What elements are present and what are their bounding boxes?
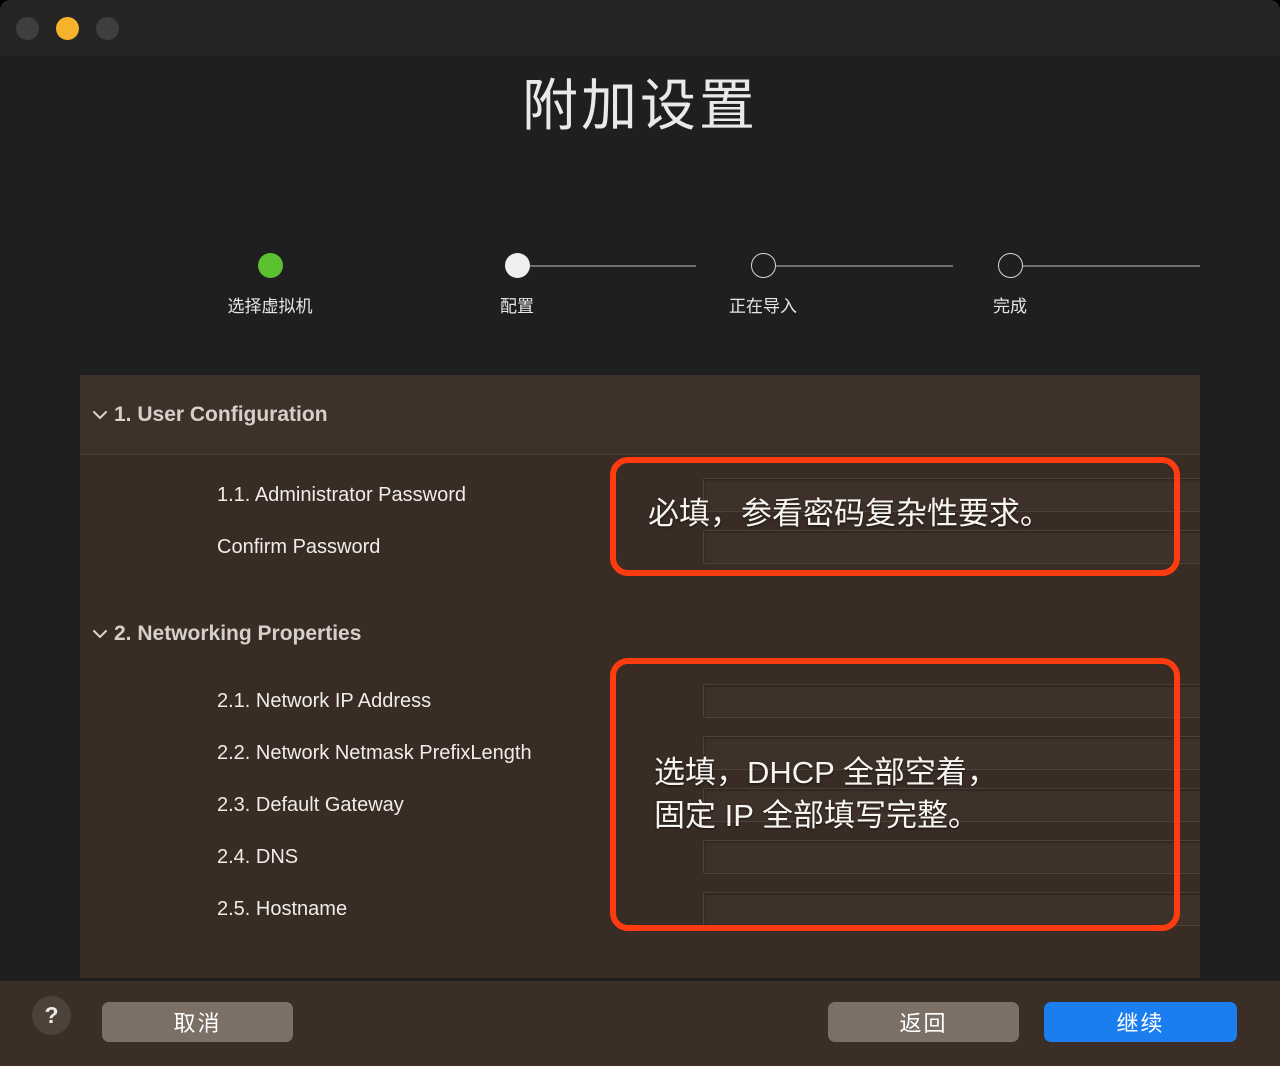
- close-button-icon[interactable]: [16, 17, 39, 40]
- stepper-dot-current: [504, 253, 530, 278]
- chevron-down-icon: [93, 630, 107, 638]
- stepper-step-importing: 正在导入: [683, 253, 843, 317]
- page-title: 附加设置: [522, 74, 758, 137]
- annotation-text-password: 必填，参看密码复杂性要求。: [648, 496, 1051, 531]
- form-row: 2.2. Network Netmask PrefixLength i: [80, 727, 1200, 779]
- form-row: 2.4. DNS i: [80, 831, 1200, 883]
- settings-panel: 1. User Configuration 1.1. Administrator…: [80, 375, 1200, 978]
- wizard-stepper: 选择虚拟机 配置 正在导入 完成: [220, 253, 1200, 323]
- help-button[interactable]: ?: [32, 996, 71, 1035]
- section-header-user-configuration[interactable]: 1. User Configuration: [80, 375, 1200, 455]
- app-window: 附加设置 选择虚拟机 配置 正在导入 完成 1. User Configurat…: [0, 0, 1280, 1066]
- input-network-ip-address[interactable]: [703, 684, 1200, 718]
- stepper-step-finish: 完成: [930, 253, 1090, 317]
- section-title-user-configuration: 1. User Configuration: [114, 402, 328, 426]
- row-label-dns: 2.4. DNS: [217, 845, 299, 868]
- stepper-dot-todo-2: [997, 253, 1023, 278]
- back-button[interactable]: 返回: [828, 1002, 1019, 1042]
- input-dns[interactable]: [703, 840, 1200, 874]
- window-titlebar: [0, 0, 1280, 56]
- row-label-network-ip-address: 2.1. Network IP Address: [217, 689, 432, 712]
- row-label-confirm-password: Confirm Password: [217, 535, 381, 558]
- input-hostname[interactable]: [703, 892, 1200, 926]
- zoom-button-icon[interactable]: [96, 17, 119, 40]
- section-rows-networking-properties: 2.1. Network IP Address i 2.2. Network N…: [80, 657, 1200, 935]
- form-row: 2.3. Default Gateway i: [80, 779, 1200, 831]
- row-label-default-gateway: 2.3. Default Gateway: [217, 793, 404, 816]
- row-label-hostname: 2.5. Hostname: [217, 897, 348, 920]
- stepper-label-finish: 完成: [993, 297, 1027, 316]
- row-label-administrator-password: 1.1. Administrator Password: [217, 483, 466, 506]
- row-label-network-netmask-prefixlength: 2.2. Network Netmask PrefixLength: [217, 741, 532, 764]
- annotation-text-networking: 选填，DHCP 全部空着， 固定 IP 全部填写完整。: [654, 755, 998, 833]
- traffic-light-group: [16, 17, 119, 40]
- stepper-label-importing: 正在导入: [729, 297, 797, 316]
- minimize-button-icon[interactable]: [56, 17, 79, 40]
- stepper-dot-todo-1: [750, 253, 776, 278]
- cancel-button[interactable]: 取消: [102, 1002, 293, 1042]
- form-row: 2.1. Network IP Address i: [80, 675, 1200, 727]
- chevron-down-icon: [93, 410, 107, 419]
- form-row: 2.5. Hostname i: [80, 883, 1200, 935]
- stepper-step-configure: 配置: [437, 253, 597, 317]
- continue-button[interactable]: 继续: [1044, 1002, 1237, 1042]
- stepper-dot-done: [257, 253, 283, 278]
- stepper-label-select-vm: 选择虚拟机: [227, 297, 313, 316]
- section-title-networking-properties: 2. Networking Properties: [114, 622, 362, 645]
- stepper-label-configure: 配置: [500, 297, 534, 316]
- section-header-networking-properties[interactable]: 2. Networking Properties: [80, 611, 1200, 657]
- stepper-step-select-vm: 选择虚拟机: [190, 253, 350, 317]
